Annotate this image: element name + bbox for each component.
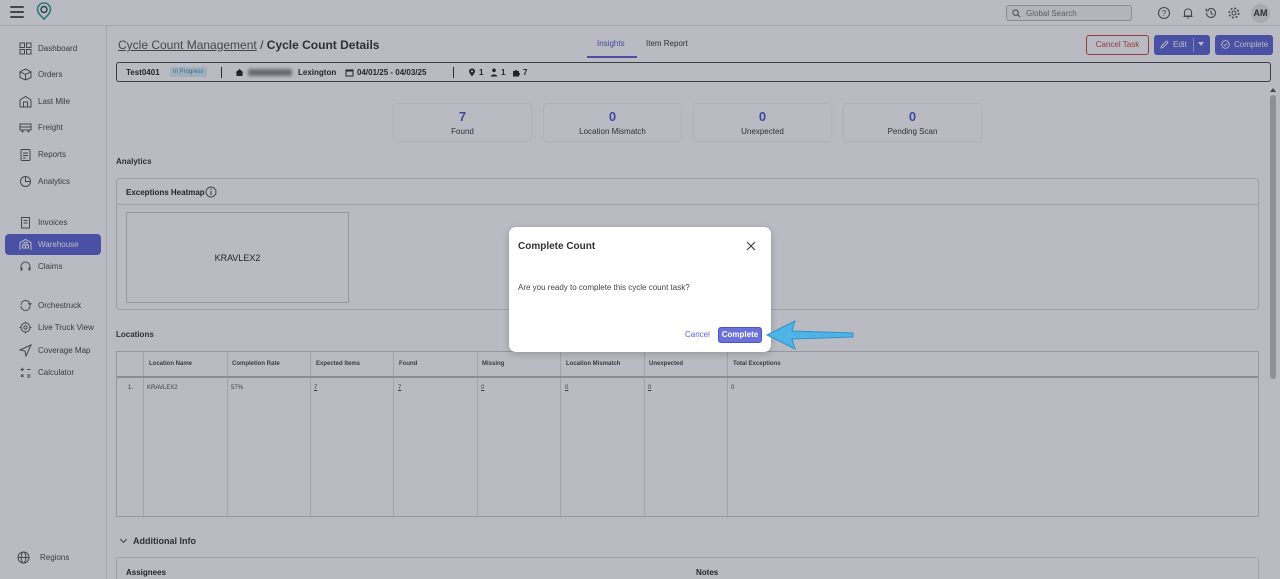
callout-arrow-icon <box>765 320 854 350</box>
complete-count-dialog: Complete Count Are you ready to complete… <box>509 227 771 352</box>
dialog-message: Are you ready to complete this cycle cou… <box>518 283 690 292</box>
dialog-complete-button[interactable]: Complete <box>718 327 762 343</box>
dialog-title: Complete Count <box>518 241 596 252</box>
close-icon[interactable] <box>745 240 757 252</box>
dialog-cancel-button[interactable]: Cancel <box>685 330 710 339</box>
